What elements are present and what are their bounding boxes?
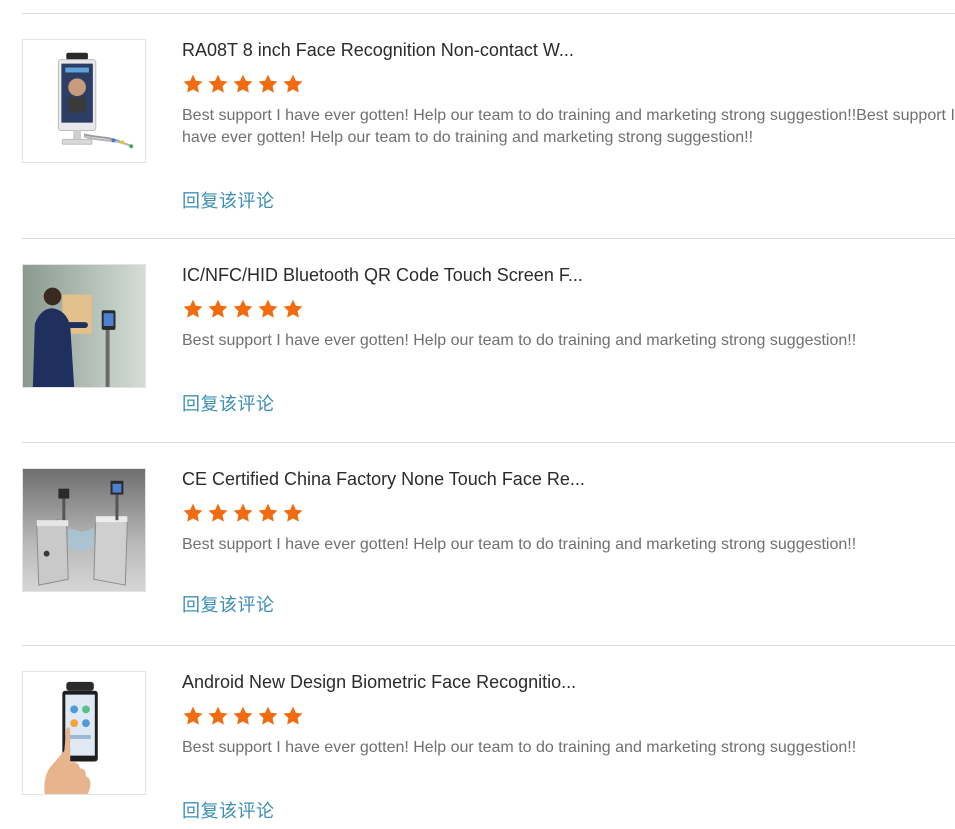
star-icon bbox=[183, 503, 203, 522]
star-icon bbox=[208, 503, 228, 522]
star-icon bbox=[258, 299, 278, 318]
star-rating bbox=[182, 73, 955, 95]
star-icon bbox=[183, 74, 203, 93]
product-title[interactable]: IC/NFC/HID Bluetooth QR Code Touch Scree… bbox=[182, 264, 606, 286]
review-item: RA08T 8 inch Face Recognition Non-contac… bbox=[22, 13, 955, 238]
review-item: CE Certified China Factory None Touch Fa… bbox=[22, 442, 955, 645]
review-comment: Best support I have ever gotten! Help ou… bbox=[182, 107, 955, 146]
reply-link[interactable]: 回复该评论 bbox=[182, 393, 275, 415]
review-item: Android New Design Biometric Face Recogn… bbox=[22, 645, 955, 829]
product-title[interactable]: RA08T 8 inch Face Recognition Non-contac… bbox=[182, 39, 606, 61]
star-icon bbox=[283, 706, 303, 725]
reply-link[interactable]: 回复该评论 bbox=[182, 190, 275, 212]
review-content: RA08T 8 inch Face Recognition Non-contac… bbox=[182, 39, 955, 149]
star-rating bbox=[182, 298, 955, 320]
hand-touch-terminal-image bbox=[23, 672, 145, 794]
review-comment: Best support I have ever gotten! Help ou… bbox=[182, 332, 857, 349]
product-thumbnail[interactable] bbox=[22, 39, 146, 163]
star-rating bbox=[182, 502, 955, 524]
star-icon bbox=[283, 503, 303, 522]
product-thumbnail[interactable] bbox=[22, 264, 146, 388]
review-comment: Best support I have ever gotten! Help ou… bbox=[182, 739, 857, 756]
product-thumbnail[interactable] bbox=[22, 671, 146, 795]
star-icon bbox=[283, 74, 303, 93]
review-content: Android New Design Biometric Face Recogn… bbox=[182, 671, 955, 759]
star-icon bbox=[183, 706, 203, 725]
star-icon bbox=[258, 74, 278, 93]
product-title[interactable]: CE Certified China Factory None Touch Fa… bbox=[182, 468, 606, 490]
star-icon bbox=[258, 503, 278, 522]
turnstile-gate-image bbox=[23, 469, 145, 591]
star-icon bbox=[208, 74, 228, 93]
star-icon bbox=[258, 706, 278, 725]
product-title[interactable]: Android New Design Biometric Face Recogn… bbox=[182, 671, 606, 693]
face-terminal-image bbox=[23, 40, 145, 162]
star-icon bbox=[283, 299, 303, 318]
star-icon bbox=[233, 503, 253, 522]
review-content: IC/NFC/HID Bluetooth QR Code Touch Scree… bbox=[182, 264, 955, 352]
star-icon bbox=[183, 299, 203, 318]
star-icon bbox=[233, 706, 253, 725]
star-icon bbox=[208, 299, 228, 318]
reply-link[interactable]: 回复该评论 bbox=[182, 800, 275, 822]
star-icon bbox=[233, 74, 253, 93]
product-thumbnail[interactable] bbox=[22, 468, 146, 592]
review-comment: Best support I have ever gotten! Help ou… bbox=[182, 536, 857, 553]
star-icon bbox=[208, 706, 228, 725]
person-using-terminal-image bbox=[23, 265, 145, 387]
review-list: RA08T 8 inch Face Recognition Non-contac… bbox=[22, 13, 955, 829]
reply-link[interactable]: 回复该评论 bbox=[182, 594, 275, 616]
star-icon bbox=[233, 299, 253, 318]
review-content: CE Certified China Factory None Touch Fa… bbox=[182, 468, 955, 556]
review-item: IC/NFC/HID Bluetooth QR Code Touch Scree… bbox=[22, 238, 955, 442]
star-rating bbox=[182, 705, 955, 727]
